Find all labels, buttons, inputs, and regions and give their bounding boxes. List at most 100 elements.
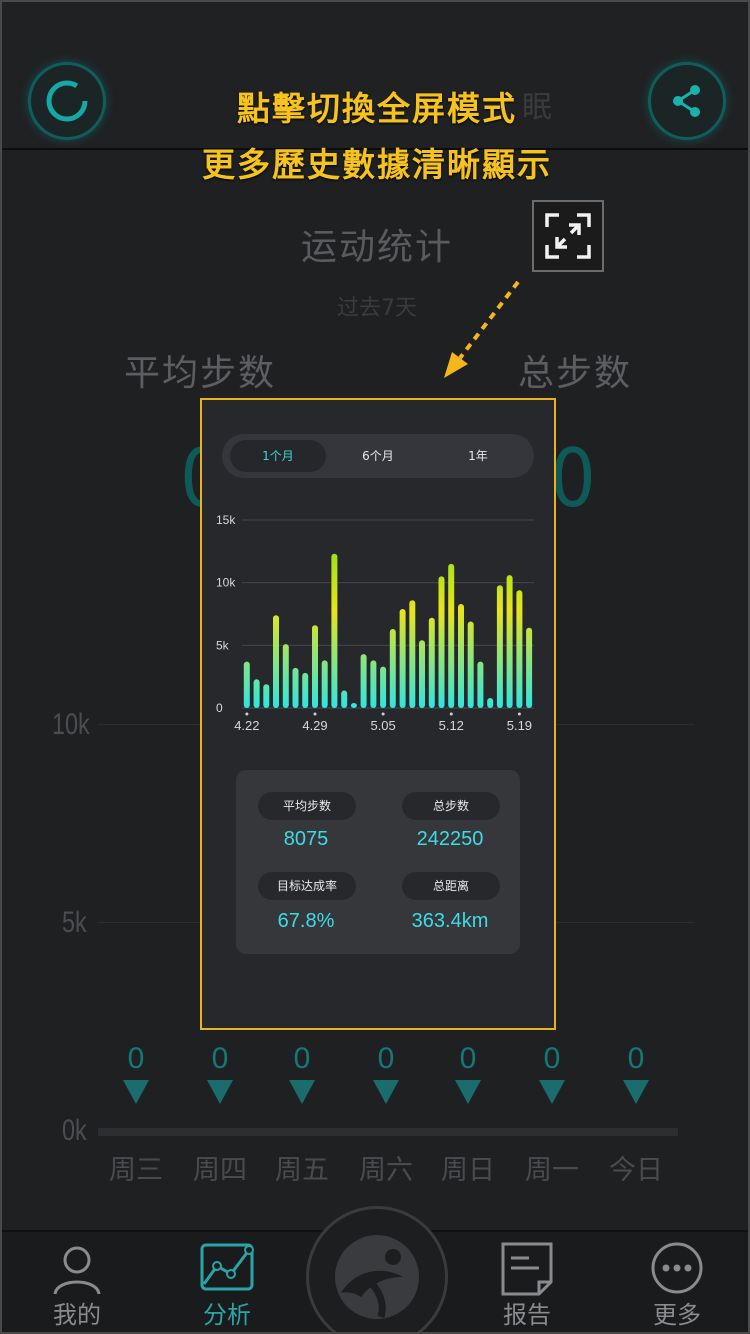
x-tick-label: 5.12: [439, 718, 464, 733]
chart-bar: [253, 679, 260, 708]
day-marker: 0: [106, 1042, 166, 1104]
avg-steps-label: 平均步数: [124, 353, 277, 394]
fullscreen-preview-panel: 1个月 6个月 1年 15k 10k 5k 0 4.22 4.29 5.05 5.12 5.19…: [200, 398, 556, 1030]
day-marker: 0: [438, 1042, 498, 1104]
chart-bar: [438, 576, 445, 708]
down-triangle-icon: [455, 1080, 481, 1104]
chart-bar: [263, 684, 270, 708]
down-triangle-icon: [539, 1080, 565, 1104]
chart-bar: [487, 698, 494, 708]
chart-bar: [389, 629, 396, 708]
down-triangle-icon: [207, 1080, 233, 1104]
total-steps-label: 总步数: [518, 353, 633, 394]
chart-bar: [312, 625, 318, 708]
x-tick-mark: [245, 712, 249, 716]
range-segmented-control: 1个月 6个月 1年: [222, 434, 534, 478]
day-label: 周日: [441, 1155, 495, 1186]
day-value: 0: [543, 1042, 561, 1075]
runner-logo-icon: [335, 1235, 419, 1319]
x-tick-label: 5.19: [507, 718, 532, 733]
chart-bar: [516, 590, 523, 708]
distance-value: 363.4km: [411, 910, 489, 932]
avg-steps-pill: 平均步数: [258, 792, 356, 820]
y-tick-label: 15k: [216, 513, 236, 527]
tab-label: 分析: [203, 1301, 251, 1329]
x-tick-mark: [517, 712, 521, 716]
day-value: 0: [377, 1042, 395, 1075]
tab-label: 报告: [503, 1301, 551, 1329]
screen: 眠 點擊切換全屏模式 更多歷史數據清晰顯示 运动统计 过去7天 平均步数 总步数…: [0, 0, 750, 1334]
y-tick-label: 0: [216, 701, 223, 715]
chart-bar: [321, 660, 328, 708]
chart-bar: [448, 563, 455, 708]
chart-bar: [526, 627, 533, 708]
tab-profile[interactable]: 我的: [22, 1232, 132, 1332]
summary-card: 平均步数 总步数 8075 242250 目标达成率 总距离 67.8% 363…: [236, 770, 520, 954]
y-tick-label: 5k: [216, 638, 230, 652]
more-dots-icon: [651, 1242, 703, 1294]
x-tick-label: 5.05: [370, 718, 395, 733]
chart-bar: [350, 703, 357, 708]
start-workout-button[interactable]: [306, 1206, 448, 1332]
document-icon: [501, 1242, 553, 1296]
tab-1-month[interactable]: 1个月: [230, 440, 326, 472]
down-triangle-icon: [123, 1080, 149, 1104]
y-tick-label: 10k: [216, 576, 236, 590]
person-icon: [53, 1246, 101, 1295]
day-label: 今日: [609, 1155, 663, 1186]
day-marker: 0: [356, 1042, 416, 1104]
goal-rate-pill: 目标达成率: [258, 872, 356, 900]
tab-report[interactable]: 报告: [472, 1232, 582, 1332]
goal-rate-value: 67.8%: [277, 910, 335, 932]
chart-bar: [282, 644, 289, 708]
y-axis-label: 5k: [62, 906, 87, 939]
x-tick-label: 4.22: [234, 718, 259, 733]
down-triangle-icon: [623, 1080, 649, 1104]
day-value: 0: [627, 1042, 645, 1075]
pointer-arrow-icon: [444, 280, 520, 378]
day-marker: 0: [190, 1042, 250, 1104]
day-label: 周三: [109, 1155, 163, 1186]
total-steps-value: 242250: [416, 828, 484, 850]
tab-label: 我的: [53, 1301, 101, 1329]
day-marker: 0: [606, 1042, 666, 1104]
day-value: 0: [459, 1042, 477, 1075]
tab-more[interactable]: 更多: [622, 1232, 732, 1332]
tab-analysis[interactable]: 分析: [172, 1232, 282, 1332]
x-tick-label: 4.29: [302, 718, 327, 733]
chart-bar: [273, 615, 279, 708]
day-value: 0: [127, 1042, 145, 1075]
fullscreen-toggle-button[interactable]: [532, 200, 604, 272]
chart-bar: [292, 667, 299, 708]
stats-subtitle: 过去7天: [337, 296, 417, 321]
overlay-title-line2: 更多歷史數據清晰顯示: [202, 145, 552, 184]
distance-pill: 总距离: [402, 872, 500, 900]
total-steps-value: 0: [550, 432, 596, 525]
monthly-steps-chart: 15k 10k 5k 0 4.22 4.29 5.05 5.12 5.19: [216, 513, 534, 733]
chart-bar: [399, 609, 406, 708]
chart-bar: [496, 585, 503, 708]
chart-bar: [477, 661, 484, 708]
chart-bar: [302, 672, 309, 708]
y-axis-label: 10k: [52, 708, 90, 741]
chart-line-icon: [200, 1243, 254, 1291]
tab-6-months[interactable]: 6个月: [330, 440, 426, 472]
total-steps-pill: 总步数: [402, 792, 500, 820]
day-value: 0: [293, 1042, 311, 1075]
day-marker: 0: [272, 1042, 332, 1104]
chart-bar: [458, 604, 464, 708]
tab-label: 更多: [653, 1301, 701, 1329]
x-tick-mark: [381, 712, 385, 716]
chart-bar: [467, 621, 474, 708]
chart-bar: [380, 666, 387, 708]
overlay-title-line1: 點擊切換全屏模式: [237, 89, 517, 128]
chart-bar: [360, 654, 367, 708]
chart-bar: [428, 617, 435, 708]
day-label: 周四: [193, 1155, 247, 1186]
chart-baseline: [98, 1128, 678, 1136]
tab-1-year[interactable]: 1年: [430, 440, 526, 472]
x-tick-mark: [449, 712, 453, 716]
day-marker: 0: [522, 1042, 582, 1104]
day-value: 0: [211, 1042, 229, 1075]
x-tick-mark: [313, 712, 317, 716]
